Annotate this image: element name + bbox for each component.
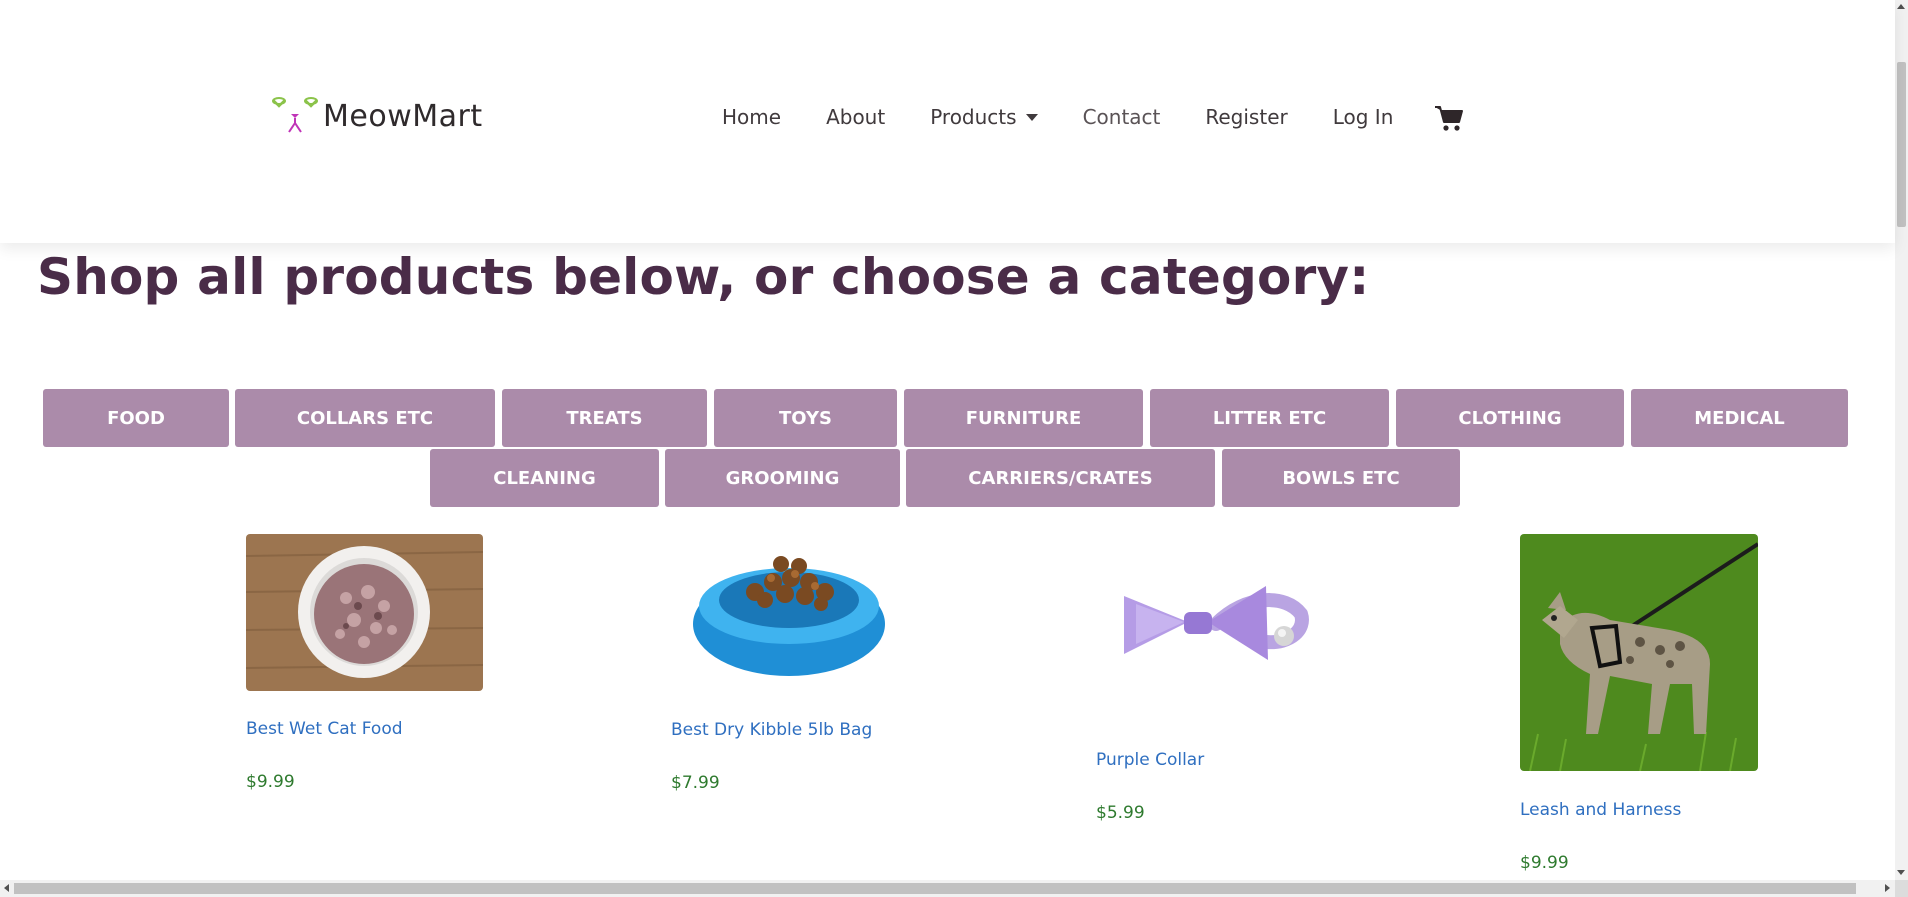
scroll-left-icon[interactable] [4, 884, 9, 892]
main-nav: Home About Products Contact Register Log… [722, 105, 1438, 129]
cat-face-icon [270, 96, 320, 134]
shopping-cart-icon[interactable] [1434, 104, 1464, 132]
horizontal-scroll-thumb[interactable] [14, 883, 1856, 894]
product-image-collar[interactable] [1096, 534, 1333, 716]
scroll-down-icon[interactable] [1897, 870, 1905, 875]
category-food-button[interactable]: FOOD [43, 389, 229, 447]
category-bowls-button[interactable]: BOWLS ETC [1222, 449, 1460, 507]
horizontal-scrollbar[interactable] [0, 880, 1895, 897]
category-collars-button[interactable]: COLLARS ETC [235, 389, 495, 447]
page-title: Shop all products below, or choose a cat… [37, 248, 1370, 306]
product-image-kibble[interactable] [671, 534, 908, 691]
chevron-down-icon [1025, 114, 1038, 121]
product-price: $7.99 [671, 773, 720, 793]
scroll-up-icon[interactable] [1897, 4, 1905, 9]
category-litter-button[interactable]: LITTER ETC [1150, 389, 1389, 447]
category-clothing-button[interactable]: CLOTHING [1396, 389, 1624, 447]
category-grooming-button[interactable]: GROOMING [665, 449, 900, 507]
product-image-leash[interactable] [1520, 534, 1758, 771]
brand-logo[interactable]: MeowMart [270, 96, 483, 134]
vertical-scrollbar[interactable] [1895, 0, 1908, 880]
nav-register[interactable]: Register [1205, 105, 1287, 129]
product-price: $5.99 [1096, 803, 1145, 823]
scroll-right-icon[interactable] [1885, 884, 1890, 892]
category-medical-button[interactable]: MEDICAL [1631, 389, 1848, 447]
nav-login[interactable]: Log In [1333, 105, 1394, 129]
page-viewport: MeowMart Home About Products Contact Reg… [0, 0, 1908, 897]
product-name-link[interactable]: Best Wet Cat Food [246, 719, 403, 739]
product-price: $9.99 [1520, 853, 1569, 873]
product-price: $9.99 [246, 772, 295, 792]
nav-home[interactable]: Home [722, 105, 781, 129]
nav-contact[interactable]: Contact [1083, 105, 1161, 129]
scrollbar-corner [1895, 880, 1908, 897]
vertical-scroll-thumb[interactable] [1897, 62, 1906, 227]
product-name-link[interactable]: Best Dry Kibble 5lb Bag [671, 720, 872, 740]
category-treats-button[interactable]: TREATS [502, 389, 707, 447]
brand-name: MeowMart [323, 99, 483, 134]
nav-about[interactable]: About [826, 105, 885, 129]
nav-products-dropdown[interactable]: Products [930, 105, 1038, 129]
product-name-link[interactable]: Purple Collar [1096, 750, 1204, 770]
category-cleaning-button[interactable]: CLEANING [430, 449, 659, 507]
nav-products-label: Products [930, 105, 1017, 129]
product-image-wet-food[interactable] [246, 534, 483, 691]
category-carriers-button[interactable]: CARRIERS/CRATES [906, 449, 1215, 507]
site-header: MeowMart Home About Products Contact Reg… [0, 0, 1895, 243]
category-furniture-button[interactable]: FURNITURE [904, 389, 1143, 447]
product-name-link[interactable]: Leash and Harness [1520, 800, 1681, 820]
category-toys-button[interactable]: TOYS [714, 389, 897, 447]
